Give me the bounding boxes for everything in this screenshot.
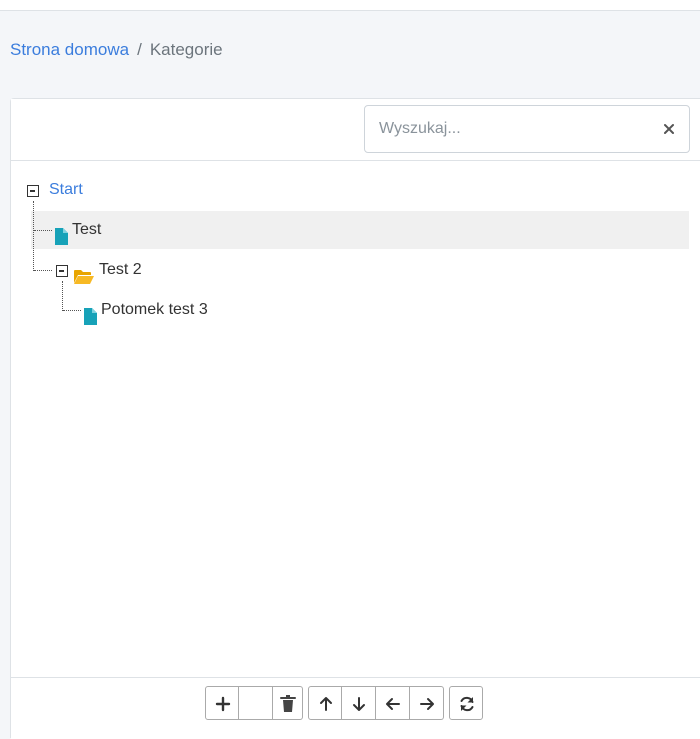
delete-button[interactable] xyxy=(273,686,303,720)
move-up-button[interactable] xyxy=(308,686,342,720)
breadcrumb-current: Kategorie xyxy=(149,40,223,59)
collapse-toggle-icon[interactable] xyxy=(27,185,39,197)
close-icon[interactable] xyxy=(659,119,679,139)
tree-node-label[interactable]: Start xyxy=(49,171,83,209)
move-left-button[interactable] xyxy=(376,686,410,720)
arrow-left-icon xyxy=(386,698,400,710)
blank-button[interactable] xyxy=(239,686,273,720)
categories-card: Start Test Test 2 xyxy=(10,98,700,739)
move-right-button[interactable] xyxy=(410,686,444,720)
tree-node-label[interactable]: Potomek test 3 xyxy=(101,291,208,329)
breadcrumb: Strona domowa / Kategorie xyxy=(10,38,223,62)
arrow-right-icon xyxy=(420,698,434,710)
tree-toolbar xyxy=(11,677,700,739)
refresh-button[interactable] xyxy=(449,686,483,720)
search-input[interactable] xyxy=(365,106,645,152)
tree-node-label[interactable]: Test 2 xyxy=(99,251,142,289)
move-down-button[interactable] xyxy=(342,686,376,720)
card-header xyxy=(11,99,700,161)
trash-icon xyxy=(280,695,296,712)
search-box xyxy=(364,105,690,153)
tree-node-potomek-test-3[interactable]: Potomek test 3 xyxy=(11,291,311,329)
add-button[interactable] xyxy=(205,686,239,720)
top-bar xyxy=(0,0,700,11)
tree-node-start[interactable]: Start xyxy=(11,171,311,209)
plus-icon xyxy=(215,696,231,712)
breadcrumb-separator: / xyxy=(137,40,142,59)
breadcrumb-home-link[interactable]: Strona domowa xyxy=(10,40,129,59)
refresh-icon xyxy=(460,696,474,712)
arrow-up-icon xyxy=(320,697,332,711)
file-icon xyxy=(84,302,97,340)
tree-node-test-2[interactable]: Test 2 xyxy=(11,251,311,289)
collapse-toggle-icon[interactable] xyxy=(56,265,68,277)
arrow-down-icon xyxy=(353,697,365,711)
category-tree: Start Test Test 2 Potomek test 3 xyxy=(11,161,700,677)
tree-node-label[interactable]: Test xyxy=(72,211,101,249)
tree-node-test[interactable]: Test xyxy=(11,211,311,249)
